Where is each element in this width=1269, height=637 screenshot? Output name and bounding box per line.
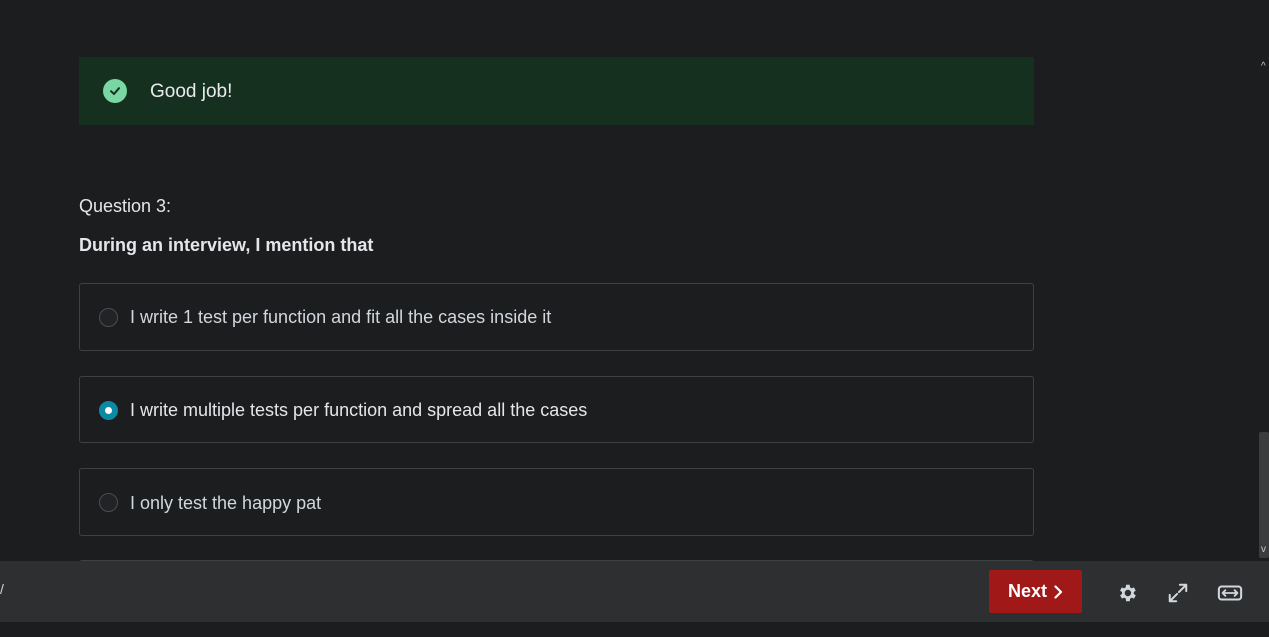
gear-icon[interactable] <box>1114 580 1140 606</box>
question-prompt: During an interview, I mention that <box>79 235 374 255</box>
scrollbar-thumb[interactable] <box>1259 432 1269 558</box>
radio-button-1[interactable] <box>99 308 118 327</box>
answer-option-label: I write multiple tests per function and … <box>130 400 588 420</box>
expand-icon[interactable] <box>1165 580 1191 606</box>
radio-button-3[interactable] <box>99 493 118 512</box>
next-button-label: Next <box>1007 581 1047 601</box>
alert-message: Good job! <box>150 81 233 102</box>
answer-option-2[interactable]: I write multiple tests per function and … <box>79 376 1034 443</box>
chevron-right-icon <box>1054 584 1063 599</box>
check-circle-icon <box>103 79 127 103</box>
footer-bottom-strip <box>0 622 1269 637</box>
radio-button-2-selected[interactable] <box>99 401 118 420</box>
fit-width-icon[interactable] <box>1217 580 1243 606</box>
answer-option-label: I only test the happy pat <box>130 493 322 513</box>
scroll-down-icon[interactable]: v <box>1261 545 1266 555</box>
answer-option-1[interactable]: I write 1 test per function and fit all … <box>79 283 1034 351</box>
question-number: Question 3: <box>79 196 172 216</box>
next-button[interactable]: Next <box>989 570 1082 613</box>
footer-left-mark: / <box>0 581 4 597</box>
answer-option-3[interactable]: I only test the happy pat <box>79 468 1034 536</box>
quiz-content: Good job! Question 3: During an intervie… <box>0 0 1269 561</box>
answer-option-label: I write 1 test per function and fit all … <box>130 307 552 327</box>
scroll-up-icon[interactable]: ^ <box>1261 62 1266 72</box>
